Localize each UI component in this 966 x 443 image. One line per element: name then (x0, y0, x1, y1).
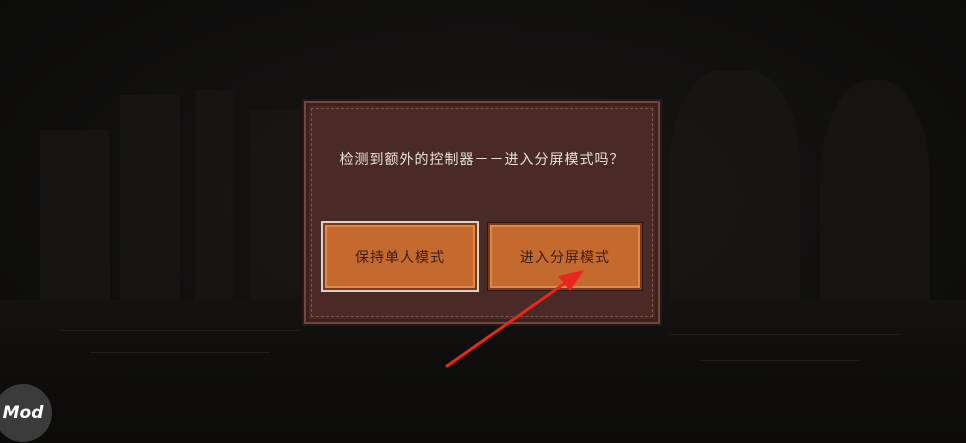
keep-single-player-button[interactable]: 保持单人模式 (321, 221, 479, 292)
ground-detail (60, 330, 300, 331)
background-ruins (195, 90, 233, 305)
mod-badge-label: Mod (2, 403, 44, 423)
enter-split-screen-button[interactable]: 进入分屏模式 (488, 223, 642, 290)
background-tree (670, 70, 800, 305)
keep-single-player-label: 保持单人模式 (355, 249, 445, 266)
game-scene: 检测到额外的控制器－－进入分屏模式吗？ 保持单人模式 进入分屏模式 Mod (0, 0, 966, 443)
background-ruins (250, 110, 300, 305)
controller-dialog: 检测到额外的控制器－－进入分屏模式吗？ 保持单人模式 进入分屏模式 (304, 101, 660, 324)
ground-detail (90, 352, 270, 353)
background-ruins (120, 95, 180, 305)
dialog-message: 检测到额外的控制器－－进入分屏模式吗？ (339, 152, 625, 168)
background-tree (820, 80, 930, 305)
enter-split-screen-label: 进入分屏模式 (520, 249, 610, 266)
ground-detail (670, 334, 900, 335)
background-ruins (40, 130, 110, 305)
ground-detail (700, 360, 860, 361)
